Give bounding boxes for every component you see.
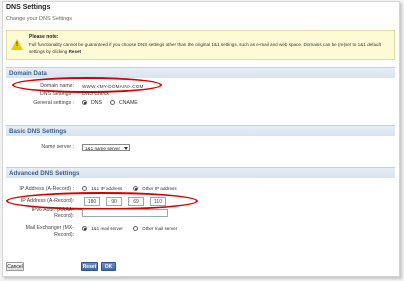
ip-address-label: IP Address (A-Record) : xyxy=(19,186,74,192)
radio-other-ip[interactable] xyxy=(133,186,138,191)
section-advanced-dns-title: Advanced DNS Settings xyxy=(9,170,80,177)
warning-note: ! Please note: Full functionality cannot… xyxy=(6,30,395,60)
ipv6-label: IPv6 Addr. (AAAA- Record): xyxy=(4,207,74,219)
dns-settings-value: DNS Check xyxy=(82,91,110,97)
radio-other-ip-label: Other IP address xyxy=(142,186,177,191)
radio-1and1-mail[interactable] xyxy=(82,226,87,231)
radio-other-mail[interactable] xyxy=(133,226,138,231)
name-server-value: 1&1 name server xyxy=(85,145,120,151)
cancel-button[interactable]: Cancel xyxy=(6,262,24,271)
ipv6-label-line-2: Record): xyxy=(54,213,74,219)
note-text-reset: Reset xyxy=(68,49,82,54)
page-subtitle: Change your DNS Settings xyxy=(6,16,73,22)
radio-cname-label: CNAME xyxy=(119,100,138,106)
note-title: Please note: xyxy=(29,34,59,40)
section-advanced-dns: Advanced DNS Settings xyxy=(6,167,395,178)
radio-dns[interactable] xyxy=(82,100,87,105)
mx-record-label: Mail Exchanger (MX- Record): xyxy=(4,225,74,239)
page-title: DNS Settings xyxy=(6,4,51,11)
dns-settings-label: DNS Settings : xyxy=(39,91,74,97)
chevron-down-icon xyxy=(124,147,128,150)
note-text-main: Full functionality cannot be guaranteed … xyxy=(29,42,381,54)
ipv6-input[interactable] xyxy=(82,209,168,217)
general-settings-label: General settings : xyxy=(33,100,74,106)
section-basic-dns: Basic DNS Settings xyxy=(6,125,395,136)
name-server-label: Name server : xyxy=(41,144,74,150)
mx-label-line-1: Mail Exchanger (MX- xyxy=(25,225,74,231)
radio-1and1-mail-label: 1&1 mail server xyxy=(91,226,123,231)
section-basic-dns-title: Basic DNS Settings xyxy=(9,128,67,135)
mx-label-line-2: Record): xyxy=(54,232,74,238)
radio-dns-label: DNS xyxy=(91,100,102,106)
name-server-select[interactable]: 1&1 name server xyxy=(82,144,130,151)
ok-button[interactable]: OK xyxy=(101,262,116,271)
radio-1and1-ip-label: 1&1 IP address xyxy=(91,186,123,191)
radio-1and1-ip[interactable] xyxy=(82,186,87,191)
radio-other-mail-label: Other mail server xyxy=(142,226,178,231)
warning-icon: ! xyxy=(11,39,23,50)
note-text: Full functionality cannot be guaranteed … xyxy=(29,41,389,55)
radio-cname[interactable] xyxy=(110,100,115,105)
reset-button[interactable]: Reset xyxy=(81,262,98,271)
section-domain-data-title: Domain Data xyxy=(9,70,47,77)
